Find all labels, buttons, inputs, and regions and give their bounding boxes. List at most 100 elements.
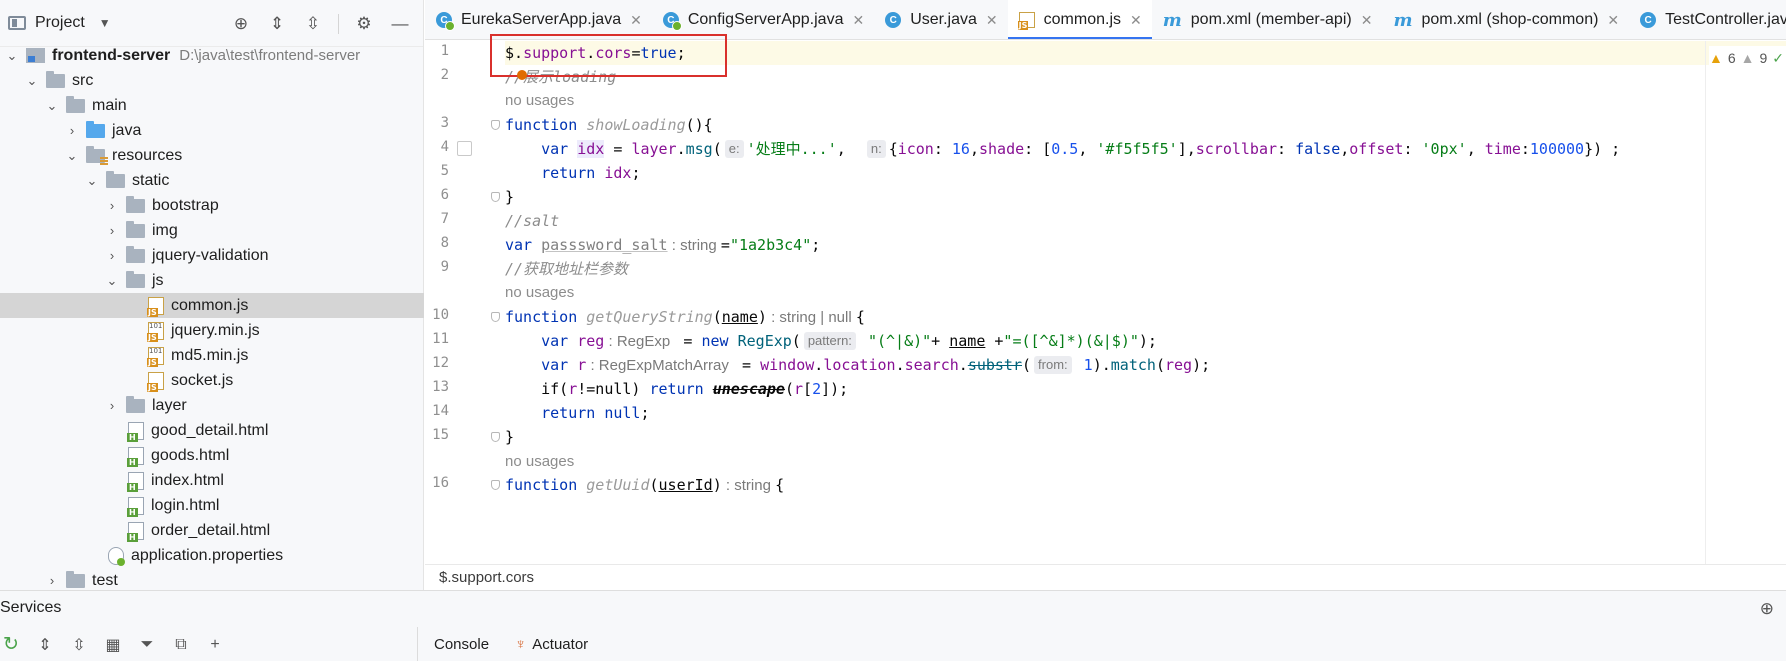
tree-item[interactable]: › img <box>0 218 424 243</box>
code-line-15[interactable]: } <box>505 425 514 449</box>
tree-item[interactable]: index.html <box>0 468 424 493</box>
editor-gutter[interactable]: 1 2 3 4 5 6 7 8 9 10 11 12 13 14 15 16 <box>425 41 505 564</box>
code-line-6[interactable]: } <box>505 185 514 209</box>
close-icon[interactable]: ✕ <box>852 12 864 29</box>
close-icon[interactable]: ✕ <box>1130 12 1142 29</box>
project-panel-title[interactable]: Project <box>35 14 85 32</box>
refresh-icon[interactable]: ↻ <box>0 634 22 656</box>
close-icon[interactable]: ✕ <box>986 12 998 29</box>
line-number[interactable]: 9 <box>425 259 449 275</box>
tree-item[interactable]: ⌄ js <box>0 268 424 293</box>
line-number[interactable]: 16 <box>425 475 449 491</box>
editor-tab[interactable]: CTestController.java✕ <box>1629 0 1786 39</box>
tree-item[interactable]: ⌄ src <box>0 68 424 93</box>
code-area[interactable]: $.support.cors=true; //展示loading no usag… <box>505 41 1786 564</box>
line-number[interactable]: 4 <box>425 139 449 155</box>
code-line-5[interactable]: return idx; <box>505 161 640 185</box>
fold-marker-icon[interactable] <box>491 192 500 202</box>
editor-tab[interactable]: C ConfigServerApp.java ✕ <box>652 0 874 39</box>
chevron-right-icon[interactable]: › <box>104 223 120 238</box>
expand-all-icon[interactable]: ⇕ <box>266 13 288 35</box>
usages-hint[interactable]: no usages <box>505 281 574 305</box>
line-number[interactable]: 15 <box>425 427 449 443</box>
gear-icon[interactable]: ⚙ <box>353 13 375 35</box>
fold-marker-icon[interactable] <box>491 480 500 490</box>
line-number[interactable]: 6 <box>425 187 449 203</box>
chevron-right-icon[interactable]: › <box>64 123 80 138</box>
line-number[interactable]: 1 <box>425 43 449 59</box>
group-icon[interactable]: ▦ <box>102 634 124 656</box>
expand-all-icon[interactable]: ⇕ <box>34 634 56 656</box>
code-line-3[interactable]: function showLoading(){ <box>505 113 713 137</box>
tree-item[interactable]: ⌄ static <box>0 168 424 193</box>
close-icon[interactable]: ✕ <box>1607 12 1619 29</box>
editor-tab[interactable]: m pom.xml (shop-common) ✕ <box>1382 0 1629 39</box>
filter-icon[interactable]: ⏷ <box>136 634 158 656</box>
code-line-14[interactable]: return null; <box>505 401 649 425</box>
line-number[interactable]: 11 <box>425 331 449 347</box>
breadcrumb[interactable]: $.support.cors <box>425 564 1786 590</box>
code-line-4[interactable]: var idx = layer.msg(e: '处理中...', n: {icon:… <box>505 137 1620 161</box>
chevron-right-icon[interactable]: › <box>104 198 120 213</box>
services-settings-icon[interactable]: ⊕ <box>1760 599 1774 619</box>
code-line-7[interactable]: //salt <box>505 209 559 233</box>
editor-tab[interactable]: common.js ✕ <box>1007 0 1152 39</box>
collapse-all-icon[interactable]: ⇳ <box>68 634 90 656</box>
inspection-widget[interactable]: ▲ 6 ▲ 9 ✓ <box>1708 46 1786 70</box>
tree-item[interactable]: › jquery-validation <box>0 243 424 268</box>
tree-item[interactable]: ⌄ frontend-server D:\java\test\frontend-se… <box>0 43 424 68</box>
code-line-16[interactable]: function getUuid(userId) : string { <box>505 473 784 497</box>
chevron-down-icon[interactable]: ⌄ <box>4 48 20 64</box>
tree-item[interactable]: ⌄ main <box>0 93 424 118</box>
fold-marker-icon[interactable] <box>491 120 500 130</box>
chevron-down-icon[interactable]: ⌄ <box>64 148 80 164</box>
tree-item[interactable]: ⌄ resources <box>0 143 424 168</box>
usages-hint[interactable]: no usages <box>505 89 574 113</box>
tab-console[interactable]: Console <box>434 636 489 653</box>
fold-marker-icon[interactable] <box>491 432 500 442</box>
chevron-right-icon[interactable]: › <box>44 573 60 588</box>
code-line-11[interactable]: var reg : RegExp = new RegExp(pattern: "… <box>505 329 1157 353</box>
tree-item[interactable]: › java <box>0 118 424 143</box>
line-number[interactable]: 3 <box>425 115 449 131</box>
tree-item[interactable]: jquery.min.js <box>0 318 424 343</box>
new-tab-icon[interactable]: ⧉ <box>170 634 192 656</box>
code-editor[interactable]: 1 2 3 4 5 6 7 8 9 10 11 12 13 14 15 16 $.support.cors=t… <box>425 41 1786 564</box>
line-number[interactable]: 5 <box>425 163 449 179</box>
tree-item[interactable]: › bootstrap <box>0 193 424 218</box>
locate-icon[interactable]: ⊕ <box>230 13 252 35</box>
tree-item[interactable]: goods.html <box>0 443 424 468</box>
code-line-10[interactable]: function getQueryString(name) : string |… <box>505 305 865 329</box>
chevron-down-icon[interactable]: ⌄ <box>24 73 40 89</box>
fold-marker-icon[interactable] <box>491 312 500 322</box>
chevron-down-icon[interactable]: ⌄ <box>84 173 100 189</box>
add-icon[interactable]: + <box>204 634 226 656</box>
line-number[interactable]: 14 <box>425 403 449 419</box>
close-icon[interactable]: ✕ <box>630 12 642 29</box>
close-icon[interactable]: ✕ <box>1361 12 1373 29</box>
line-number[interactable]: 13 <box>425 379 449 395</box>
tree-item[interactable]: login.html <box>0 493 424 518</box>
line-number[interactable]: 8 <box>425 235 449 251</box>
tree-item[interactable]: common.js <box>0 293 424 318</box>
tree-item[interactable]: application.properties <box>0 543 424 568</box>
line-number[interactable]: 7 <box>425 211 449 227</box>
intention-bulb-icon[interactable] <box>517 70 527 80</box>
tree-item[interactable]: › layer <box>0 393 424 418</box>
code-line-8[interactable]: var passsword_salt : string ="1a2b3c4"; <box>505 233 820 257</box>
usages-hint[interactable]: no usages <box>505 450 574 474</box>
chevron-down-icon[interactable]: ⌄ <box>44 98 60 114</box>
hide-panel-icon[interactable]: — <box>389 13 411 35</box>
collapse-all-icon[interactable]: ⇳ <box>302 13 324 35</box>
chevron-down-icon[interactable]: ▼ <box>99 16 111 30</box>
tab-actuator[interactable]: ♆ Actuator <box>515 636 588 653</box>
editor-tab[interactable]: m pom.xml (member-api) ✕ <box>1152 0 1383 39</box>
code-line-9[interactable]: //获取地址栏参数 <box>505 257 628 281</box>
gutter-checkbox[interactable] <box>457 141 472 156</box>
code-line-13[interactable]: if(r!=null) return unescape(r[2]); <box>505 377 848 401</box>
code-line-12[interactable]: var r : RegExpMatchArray = window.locati… <box>505 353 1210 377</box>
code-line-1[interactable]: $.support.cors=true; <box>505 41 1786 65</box>
editor-tab[interactable]: C EurekaServerApp.java ✕ <box>425 0 652 39</box>
tree-item[interactable]: socket.js <box>0 368 424 393</box>
tree-item[interactable]: good_detail.html <box>0 418 424 443</box>
